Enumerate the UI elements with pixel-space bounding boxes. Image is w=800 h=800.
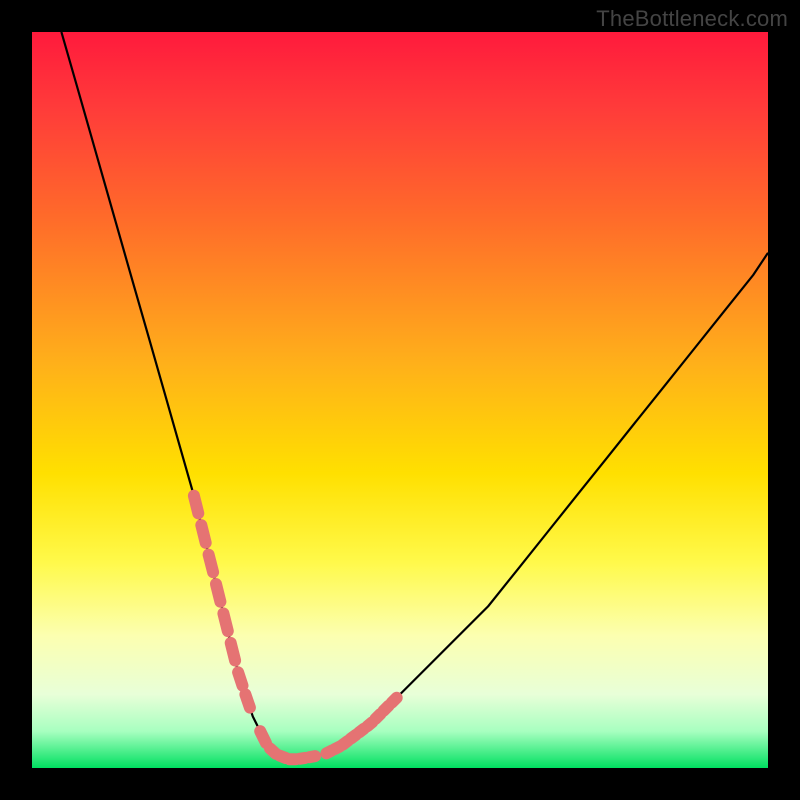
- highlight-dash: [260, 731, 266, 743]
- highlight-dash: [201, 525, 205, 543]
- highlight-dash: [209, 555, 214, 573]
- bottleneck-curve-svg: [32, 32, 768, 768]
- highlight-dash: [216, 584, 220, 602]
- highlight-dash: [245, 694, 250, 707]
- watermark-text: TheBottleneck.com: [596, 6, 788, 32]
- chart-frame: TheBottleneck.com: [0, 0, 800, 800]
- highlight-dash: [223, 613, 227, 631]
- highlight-dash: [194, 496, 198, 514]
- highlight-dash: [309, 756, 315, 757]
- bottleneck-curve: [61, 32, 768, 759]
- highlight-dash: [392, 698, 397, 703]
- highlight-dashes: [194, 496, 397, 760]
- highlight-dash: [231, 643, 235, 661]
- highlight-dash: [238, 672, 242, 685]
- curve-path-group: [61, 32, 768, 759]
